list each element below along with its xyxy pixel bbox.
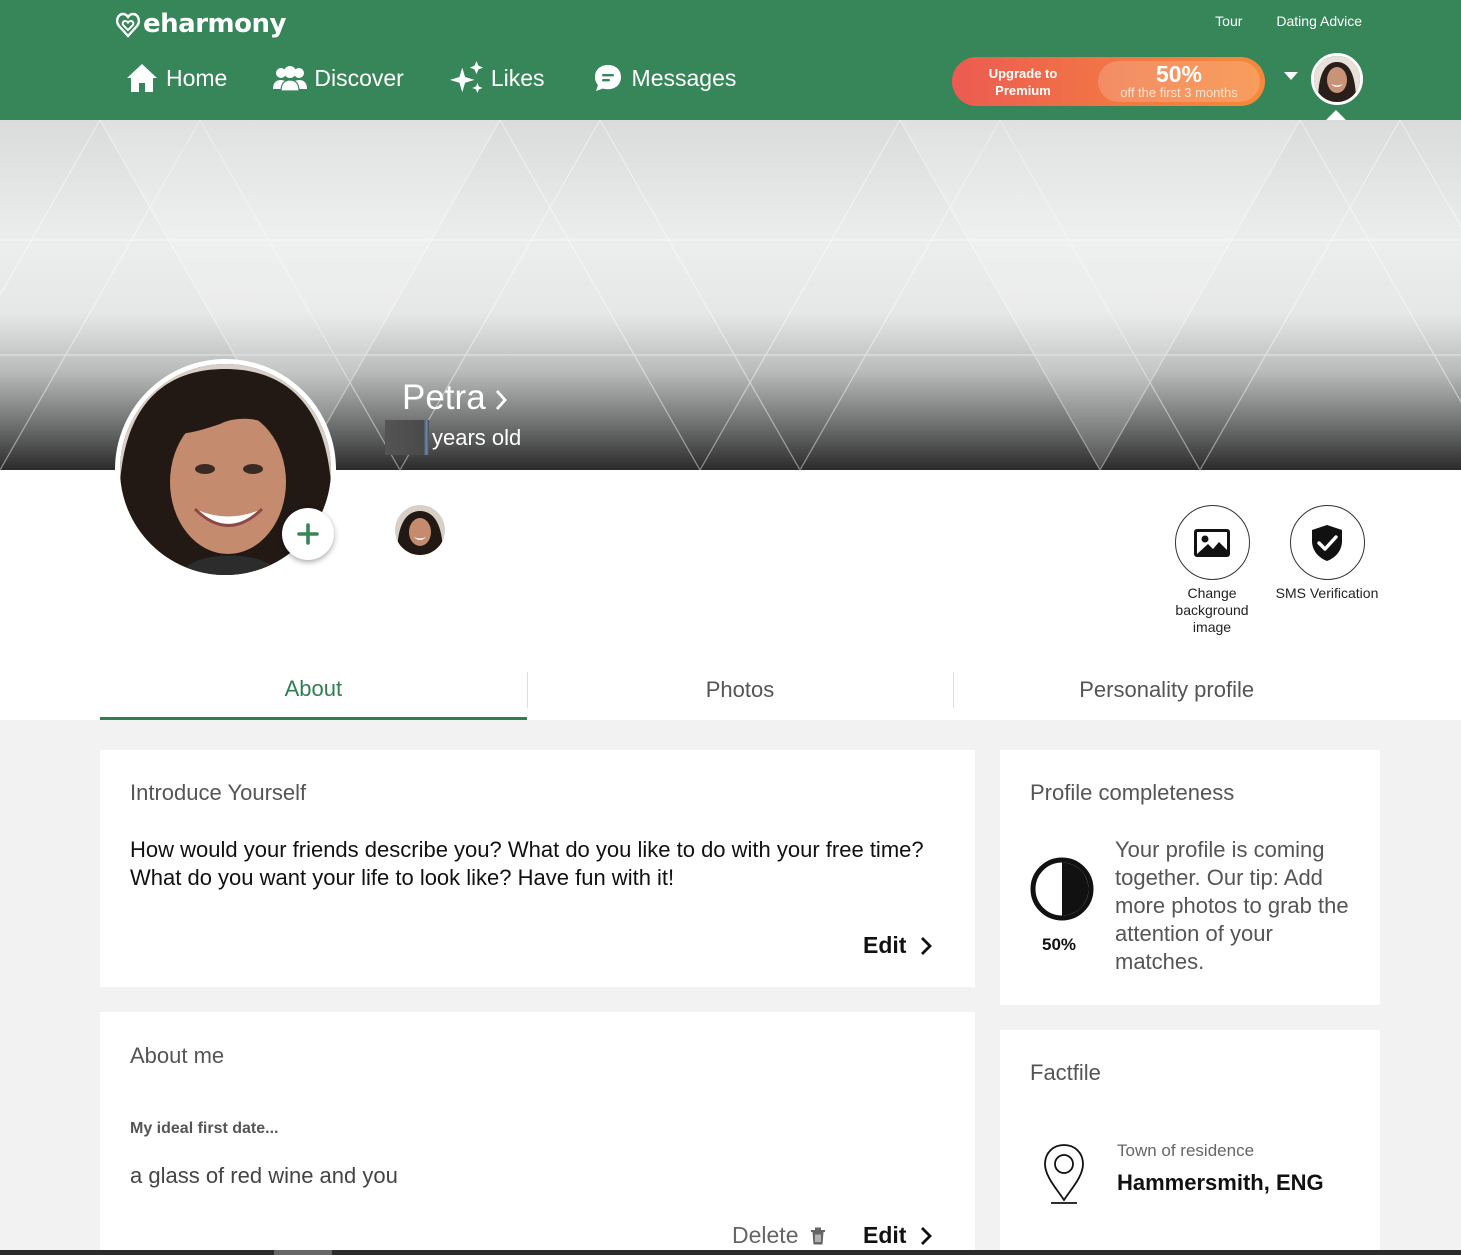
main-nav: Home Discover Likes Messages: [124, 60, 736, 96]
sms-verification-button[interactable]: SMS Verification: [1272, 505, 1382, 602]
profile-name-link[interactable]: Petra: [402, 378, 508, 418]
about-delete-button[interactable]: Delete: [732, 1222, 826, 1249]
action-circle: [1289, 505, 1365, 580]
dating-advice-link[interactable]: Dating Advice: [1276, 13, 1362, 29]
nav-likes-label: Likes: [490, 64, 545, 91]
scrollbar-thumb[interactable]: [274, 1250, 332, 1255]
residence-value: Hammersmith, ENG: [1117, 1170, 1324, 1195]
trash-icon: [811, 1227, 826, 1244]
people-icon: [272, 60, 308, 96]
nav-messages-label: Messages: [631, 64, 737, 91]
completeness-tip: Your profile is coming together. Our tip…: [1115, 837, 1349, 974]
profile-completeness-card: Profile completeness 50% Your profile is…: [1000, 750, 1380, 1005]
account-menu-caret-icon[interactable]: [1284, 72, 1298, 80]
upgrade-premium-button[interactable]: Upgrade to Premium 50% off the first 3 mo…: [952, 57, 1265, 106]
horizontal-scrollbar[interactable]: [0, 1250, 1461, 1255]
photo-thumbnail[interactable]: [395, 505, 445, 555]
location-pin-icon: [1044, 1144, 1084, 1204]
header-avatar[interactable]: [1311, 53, 1363, 105]
discount-note: off the first 3 months: [1120, 85, 1238, 100]
card-title: Factfile: [1030, 1060, 1101, 1085]
age-redacted: [385, 420, 429, 455]
about-answer: a glass of red wine and you: [130, 1163, 398, 1188]
action-circle: [1174, 505, 1250, 580]
nav-discover-label: Discover: [314, 64, 404, 91]
intro-prompt: How would your friends describe you? Wha…: [130, 837, 924, 890]
age-suffix: years old: [432, 424, 522, 450]
tab-about[interactable]: About: [100, 660, 527, 720]
chevron-right-icon: [921, 936, 933, 955]
discount-pill: 50% off the first 3 months: [1098, 61, 1260, 102]
upgrade-line1: Upgrade to: [988, 65, 1058, 81]
heart-logo-icon: [116, 12, 140, 38]
residence-label: Town of residence: [1117, 1141, 1255, 1160]
introduce-yourself-card: Introduce Yourself How would your friend…: [100, 750, 975, 987]
home-icon: [124, 60, 160, 96]
completeness-percent: 50%: [1042, 935, 1077, 954]
discount-percent: 50%: [1155, 61, 1203, 87]
profile-name: Petra: [402, 378, 486, 417]
tab-personality-profile[interactable]: Personality profile: [953, 660, 1380, 720]
nav-home[interactable]: Home: [124, 60, 227, 96]
about-edit-button[interactable]: Edit: [863, 1222, 933, 1249]
upgrade-line2: Premium: [995, 82, 1051, 98]
progress-ring-icon: [1030, 857, 1094, 921]
add-photo-button[interactable]: [282, 508, 334, 560]
top-header: eharmony Tour Dating Advice Home Discove…: [0, 0, 1461, 120]
upgrade-label: Upgrade to Premium: [952, 57, 1094, 106]
card-title: Introduce Yourself: [130, 780, 307, 805]
sms-verification-label: SMS Verification: [1275, 585, 1379, 601]
tab-photos[interactable]: Photos: [526, 660, 954, 720]
nav-home-label: Home: [166, 64, 228, 91]
nav-messages[interactable]: Messages: [590, 60, 737, 96]
eharmony-logo[interactable]: eharmony: [116, 9, 286, 39]
chevron-right-icon: [495, 390, 507, 410]
card-title: About me: [130, 1043, 225, 1068]
nav-likes[interactable]: Likes: [449, 60, 545, 96]
nav-discover[interactable]: Discover: [272, 60, 404, 96]
menu-pointer: [1326, 110, 1346, 120]
profile-tabs: About Photos Personality profile: [100, 660, 1380, 720]
edit-label: Edit: [863, 932, 907, 958]
card-title: Profile completeness: [1030, 780, 1235, 805]
shield-check-icon: [1312, 524, 1342, 561]
plus-icon: [297, 523, 319, 545]
delete-label: Delete: [732, 1222, 799, 1248]
tour-link[interactable]: Tour: [1215, 13, 1242, 29]
intro-edit-button[interactable]: Edit: [863, 932, 933, 959]
chat-bubble-icon: [590, 60, 626, 96]
image-icon: [1194, 528, 1230, 557]
sparkles-icon: [449, 60, 485, 96]
about-question: My ideal first date...: [130, 1120, 279, 1137]
edit-label: Edit: [863, 1222, 907, 1248]
factfile-card: Factfile Town of residence Hammersmith, …: [1000, 1030, 1380, 1255]
change-background-label: Change background image: [1175, 585, 1249, 635]
top-links: Tour Dating Advice: [1215, 13, 1362, 29]
change-background-button[interactable]: Change background image: [1157, 505, 1267, 636]
profile-age: years old: [385, 420, 521, 455]
chevron-right-icon: [921, 1226, 933, 1245]
logo-wordmark: eharmony: [143, 9, 286, 39]
